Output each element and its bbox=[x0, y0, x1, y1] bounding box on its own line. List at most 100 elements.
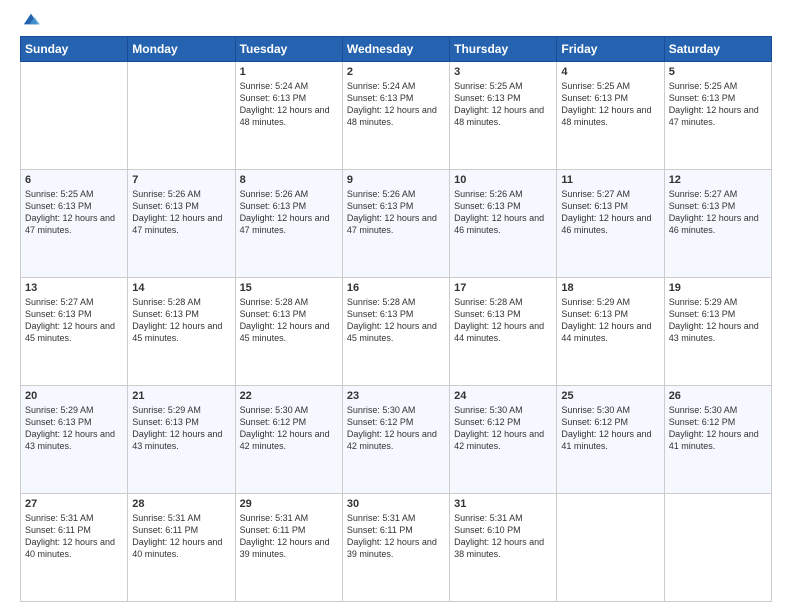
day-cell: 30Sunrise: 5:31 AM Sunset: 6:11 PM Dayli… bbox=[342, 494, 449, 602]
calendar-table: SundayMondayTuesdayWednesdayThursdayFrid… bbox=[20, 36, 772, 602]
day-cell: 17 Sunrise: 5:28 AM Sunset: 6:13 PM Dayli… bbox=[450, 278, 557, 386]
day-cell: 23Sunrise: 5:30 AM Sunset: 6:12 PM Dayli… bbox=[342, 386, 449, 494]
week-row-2: 6 Sunrise: 5:25 AM Sunset: 6:13 PM Daylig… bbox=[21, 170, 772, 278]
logo bbox=[20, 16, 40, 28]
page: SundayMondayTuesdayWednesdayThursdayFrid… bbox=[0, 0, 792, 612]
day-cell: 20 Sunrise: 5:29 AM Sunset: 6:13 PM Dayli… bbox=[21, 386, 128, 494]
day-info: Sunrise: 5:27 AM Sunset: 6:13 PM Dayligh… bbox=[561, 188, 659, 237]
day-number: 15 bbox=[240, 282, 338, 294]
day-number: 22 bbox=[240, 390, 338, 402]
day-number: 12 bbox=[669, 174, 767, 186]
day-info: Sunrise: 5:28 AM Sunset: 6:13 PM Dayligh… bbox=[240, 296, 338, 345]
day-info: Sunrise: 5:24 AM Sunset: 6:13 PM Dayligh… bbox=[347, 80, 445, 129]
day-info: Sunrise: 5:28 AM Sunset: 6:13 PM Dayligh… bbox=[454, 296, 552, 345]
day-cell: 28 Sunrise: 5:31 AM Sunset: 6:11 PM Dayli… bbox=[128, 494, 235, 602]
day-number: 25 bbox=[561, 390, 659, 402]
day-info: Sunrise: 5:26 AM Sunset: 6:13 PM Dayligh… bbox=[347, 188, 445, 237]
day-info: Sunrise: 5:25 AM Sunset: 6:13 PM Dayligh… bbox=[454, 80, 552, 129]
day-number: 29 bbox=[240, 498, 338, 510]
day-info: Sunrise: 5:29 AM Sunset: 6:13 PM Dayligh… bbox=[561, 296, 659, 345]
day-info: Sunrise: 5:26 AM Sunset: 6:13 PM Dayligh… bbox=[132, 188, 230, 237]
day-cell: 26Sunrise: 5:30 AM Sunset: 6:12 PM Dayli… bbox=[664, 386, 771, 494]
day-info: Sunrise: 5:29 AM Sunset: 6:13 PM Dayligh… bbox=[25, 404, 123, 453]
day-number: 4 bbox=[561, 66, 659, 78]
day-number: 28 bbox=[132, 498, 230, 510]
day-number: 6 bbox=[25, 174, 123, 186]
day-info: Sunrise: 5:28 AM Sunset: 6:13 PM Dayligh… bbox=[347, 296, 445, 345]
week-row-1: 1 Sunrise: 5:24 AM Sunset: 6:13 PM Daylig… bbox=[21, 62, 772, 170]
logo-icon bbox=[22, 10, 40, 28]
dow-header-sunday: Sunday bbox=[21, 37, 128, 62]
day-cell: 31 Sunrise: 5:31 AM Sunset: 6:10 PM Dayli… bbox=[450, 494, 557, 602]
day-cell: 21 Sunrise: 5:29 AM Sunset: 6:13 PM Dayli… bbox=[128, 386, 235, 494]
day-info: Sunrise: 5:31 AM Sunset: 6:11 PM Dayligh… bbox=[25, 512, 123, 561]
day-number: 5 bbox=[669, 66, 767, 78]
dow-header-thursday: Thursday bbox=[450, 37, 557, 62]
day-number: 19 bbox=[669, 282, 767, 294]
day-cell: 1 Sunrise: 5:24 AM Sunset: 6:13 PM Daylig… bbox=[235, 62, 342, 170]
day-number: 14 bbox=[132, 282, 230, 294]
day-cell: 24 Sunrise: 5:30 AM Sunset: 6:12 PM Dayli… bbox=[450, 386, 557, 494]
day-cell: 19 Sunrise: 5:29 AM Sunset: 6:13 PM Dayli… bbox=[664, 278, 771, 386]
dow-header-monday: Monday bbox=[128, 37, 235, 62]
week-row-5: 27 Sunrise: 5:31 AM Sunset: 6:11 PM Dayli… bbox=[21, 494, 772, 602]
day-cell: 15 Sunrise: 5:28 AM Sunset: 6:13 PM Dayli… bbox=[235, 278, 342, 386]
day-number: 27 bbox=[25, 498, 123, 510]
day-cell: 9 Sunrise: 5:26 AM Sunset: 6:13 PM Daylig… bbox=[342, 170, 449, 278]
day-info: Sunrise: 5:27 AM Sunset: 6:13 PM Dayligh… bbox=[669, 188, 767, 237]
day-info: Sunrise: 5:25 AM Sunset: 6:13 PM Dayligh… bbox=[25, 188, 123, 237]
day-number: 7 bbox=[132, 174, 230, 186]
day-cell: 22Sunrise: 5:30 AM Sunset: 6:12 PM Dayli… bbox=[235, 386, 342, 494]
day-info: Sunrise: 5:31 AM Sunset: 6:11 PM Dayligh… bbox=[132, 512, 230, 561]
day-info: Sunrise: 5:31 AM Sunset: 6:11 PM Dayligh… bbox=[347, 512, 445, 561]
day-cell: 14 Sunrise: 5:28 AM Sunset: 6:13 PM Dayli… bbox=[128, 278, 235, 386]
day-number: 17 bbox=[454, 282, 552, 294]
day-info: Sunrise: 5:27 AM Sunset: 6:13 PM Dayligh… bbox=[25, 296, 123, 345]
day-info: Sunrise: 5:24 AM Sunset: 6:13 PM Dayligh… bbox=[240, 80, 338, 129]
day-number: 21 bbox=[132, 390, 230, 402]
day-info: Sunrise: 5:29 AM Sunset: 6:13 PM Dayligh… bbox=[669, 296, 767, 345]
dow-header-saturday: Saturday bbox=[664, 37, 771, 62]
day-number: 3 bbox=[454, 66, 552, 78]
day-number: 20 bbox=[25, 390, 123, 402]
day-cell: 2 Sunrise: 5:24 AM Sunset: 6:13 PM Daylig… bbox=[342, 62, 449, 170]
day-cell: 11Sunrise: 5:27 AM Sunset: 6:13 PM Dayli… bbox=[557, 170, 664, 278]
day-cell: 12 Sunrise: 5:27 AM Sunset: 6:13 PM Dayli… bbox=[664, 170, 771, 278]
day-number: 13 bbox=[25, 282, 123, 294]
day-info: Sunrise: 5:30 AM Sunset: 6:12 PM Dayligh… bbox=[669, 404, 767, 453]
dow-header-wednesday: Wednesday bbox=[342, 37, 449, 62]
day-cell: 10 Sunrise: 5:26 AM Sunset: 6:13 PM Dayli… bbox=[450, 170, 557, 278]
day-number: 18 bbox=[561, 282, 659, 294]
day-cell: 29Sunrise: 5:31 AM Sunset: 6:11 PM Dayli… bbox=[235, 494, 342, 602]
day-number: 1 bbox=[240, 66, 338, 78]
day-cell: 25 Sunrise: 5:30 AM Sunset: 6:12 PM Dayli… bbox=[557, 386, 664, 494]
day-cell bbox=[128, 62, 235, 170]
day-number: 31 bbox=[454, 498, 552, 510]
day-number: 24 bbox=[454, 390, 552, 402]
days-of-week-row: SundayMondayTuesdayWednesdayThursdayFrid… bbox=[21, 37, 772, 62]
day-info: Sunrise: 5:31 AM Sunset: 6:10 PM Dayligh… bbox=[454, 512, 552, 561]
day-cell: 6 Sunrise: 5:25 AM Sunset: 6:13 PM Daylig… bbox=[21, 170, 128, 278]
week-row-4: 20 Sunrise: 5:29 AM Sunset: 6:13 PM Dayli… bbox=[21, 386, 772, 494]
day-cell: 16 Sunrise: 5:28 AM Sunset: 6:13 PM Dayli… bbox=[342, 278, 449, 386]
day-info: Sunrise: 5:25 AM Sunset: 6:13 PM Dayligh… bbox=[669, 80, 767, 129]
day-info: Sunrise: 5:28 AM Sunset: 6:13 PM Dayligh… bbox=[132, 296, 230, 345]
day-number: 2 bbox=[347, 66, 445, 78]
day-cell bbox=[664, 494, 771, 602]
dow-header-tuesday: Tuesday bbox=[235, 37, 342, 62]
day-info: Sunrise: 5:30 AM Sunset: 6:12 PM Dayligh… bbox=[561, 404, 659, 453]
day-cell: 8Sunrise: 5:26 AM Sunset: 6:13 PM Daylig… bbox=[235, 170, 342, 278]
day-cell bbox=[21, 62, 128, 170]
day-info: Sunrise: 5:26 AM Sunset: 6:13 PM Dayligh… bbox=[240, 188, 338, 237]
calendar-body: 1 Sunrise: 5:24 AM Sunset: 6:13 PM Daylig… bbox=[21, 62, 772, 602]
day-cell bbox=[557, 494, 664, 602]
day-number: 23 bbox=[347, 390, 445, 402]
day-number: 9 bbox=[347, 174, 445, 186]
day-number: 10 bbox=[454, 174, 552, 186]
day-info: Sunrise: 5:26 AM Sunset: 6:13 PM Dayligh… bbox=[454, 188, 552, 237]
day-number: 16 bbox=[347, 282, 445, 294]
day-info: Sunrise: 5:30 AM Sunset: 6:12 PM Dayligh… bbox=[454, 404, 552, 453]
day-cell: 13 Sunrise: 5:27 AM Sunset: 6:13 PM Dayli… bbox=[21, 278, 128, 386]
day-info: Sunrise: 5:29 AM Sunset: 6:13 PM Dayligh… bbox=[132, 404, 230, 453]
day-info: Sunrise: 5:25 AM Sunset: 6:13 PM Dayligh… bbox=[561, 80, 659, 129]
